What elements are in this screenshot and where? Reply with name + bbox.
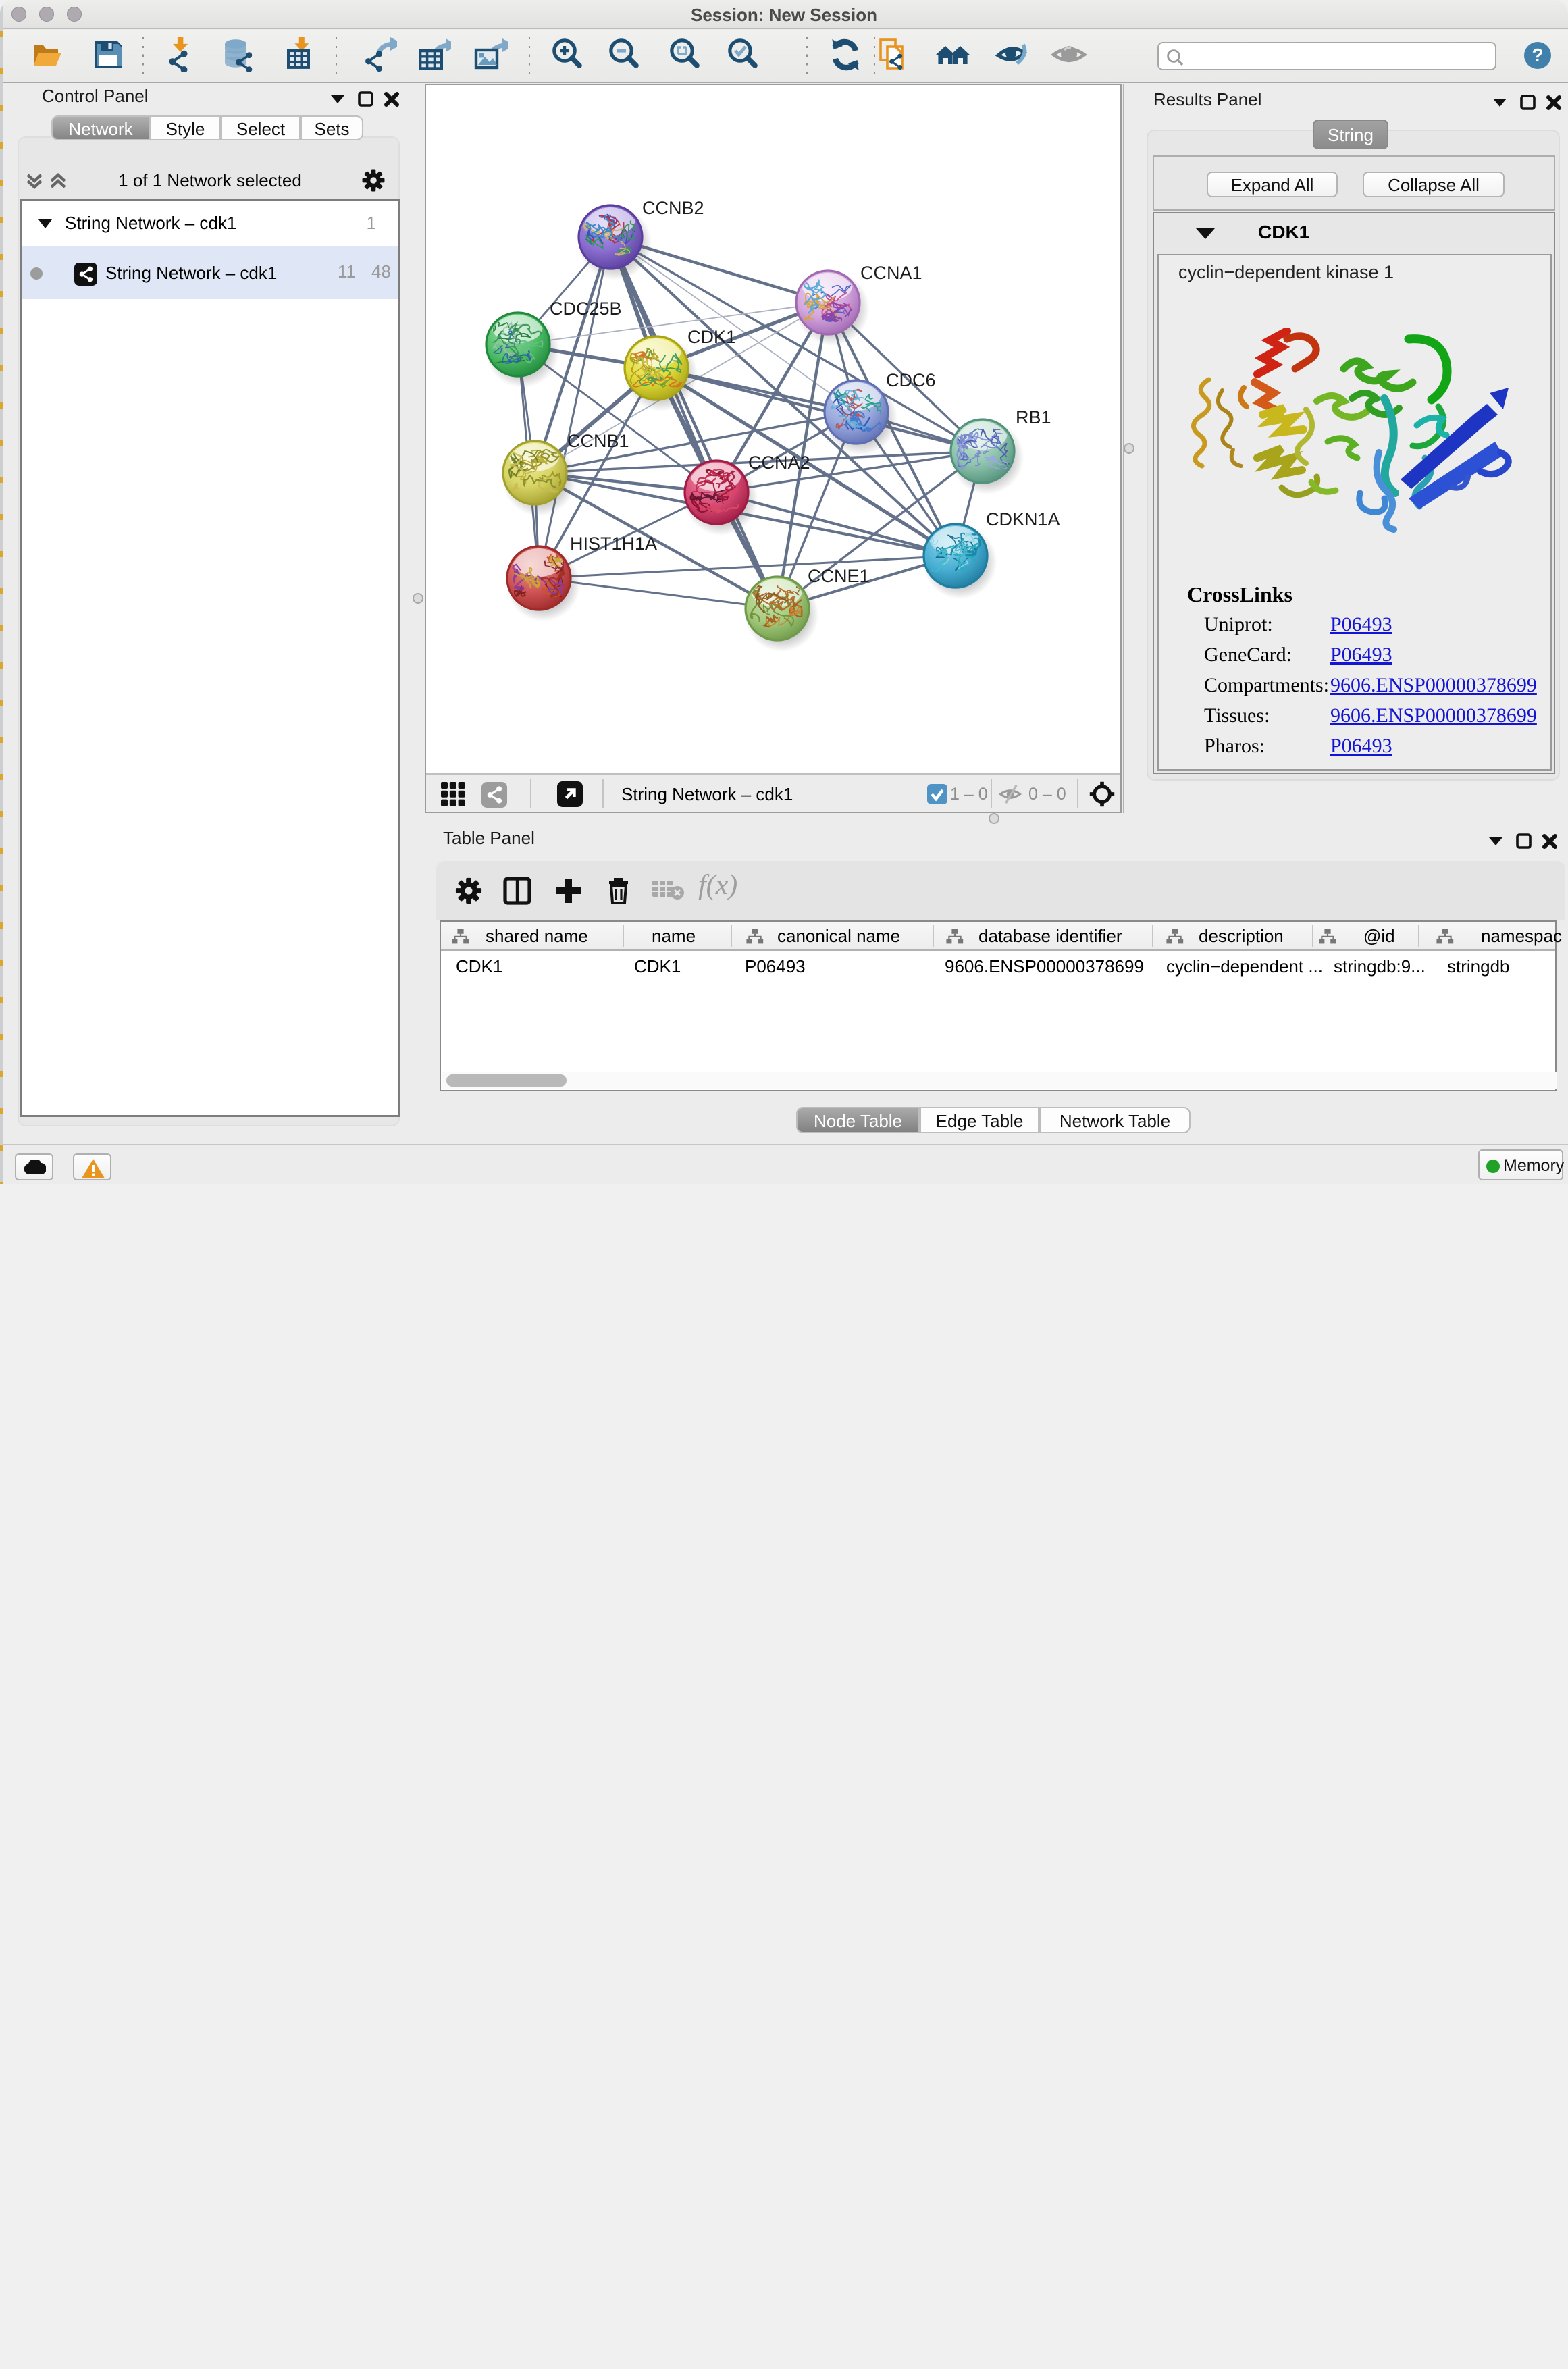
svg-text:RB1: RB1 xyxy=(1016,407,1051,427)
svg-text:CDK1: CDK1 xyxy=(687,327,736,347)
svg-text:CCNE1: CCNE1 xyxy=(808,566,870,586)
svg-text:CCNB1: CCNB1 xyxy=(567,431,629,451)
svg-text:CCNA2: CCNA2 xyxy=(748,452,810,473)
svg-text:CCNA1: CCNA1 xyxy=(860,263,922,283)
svg-text:CDC6: CDC6 xyxy=(886,370,936,390)
svg-text:HIST1H1A: HIST1H1A xyxy=(570,533,657,554)
svg-text:CDKN1A: CDKN1A xyxy=(986,509,1060,529)
svg-text:CCNB2: CCNB2 xyxy=(642,198,704,218)
svg-text:CDC25B: CDC25B xyxy=(550,298,622,319)
